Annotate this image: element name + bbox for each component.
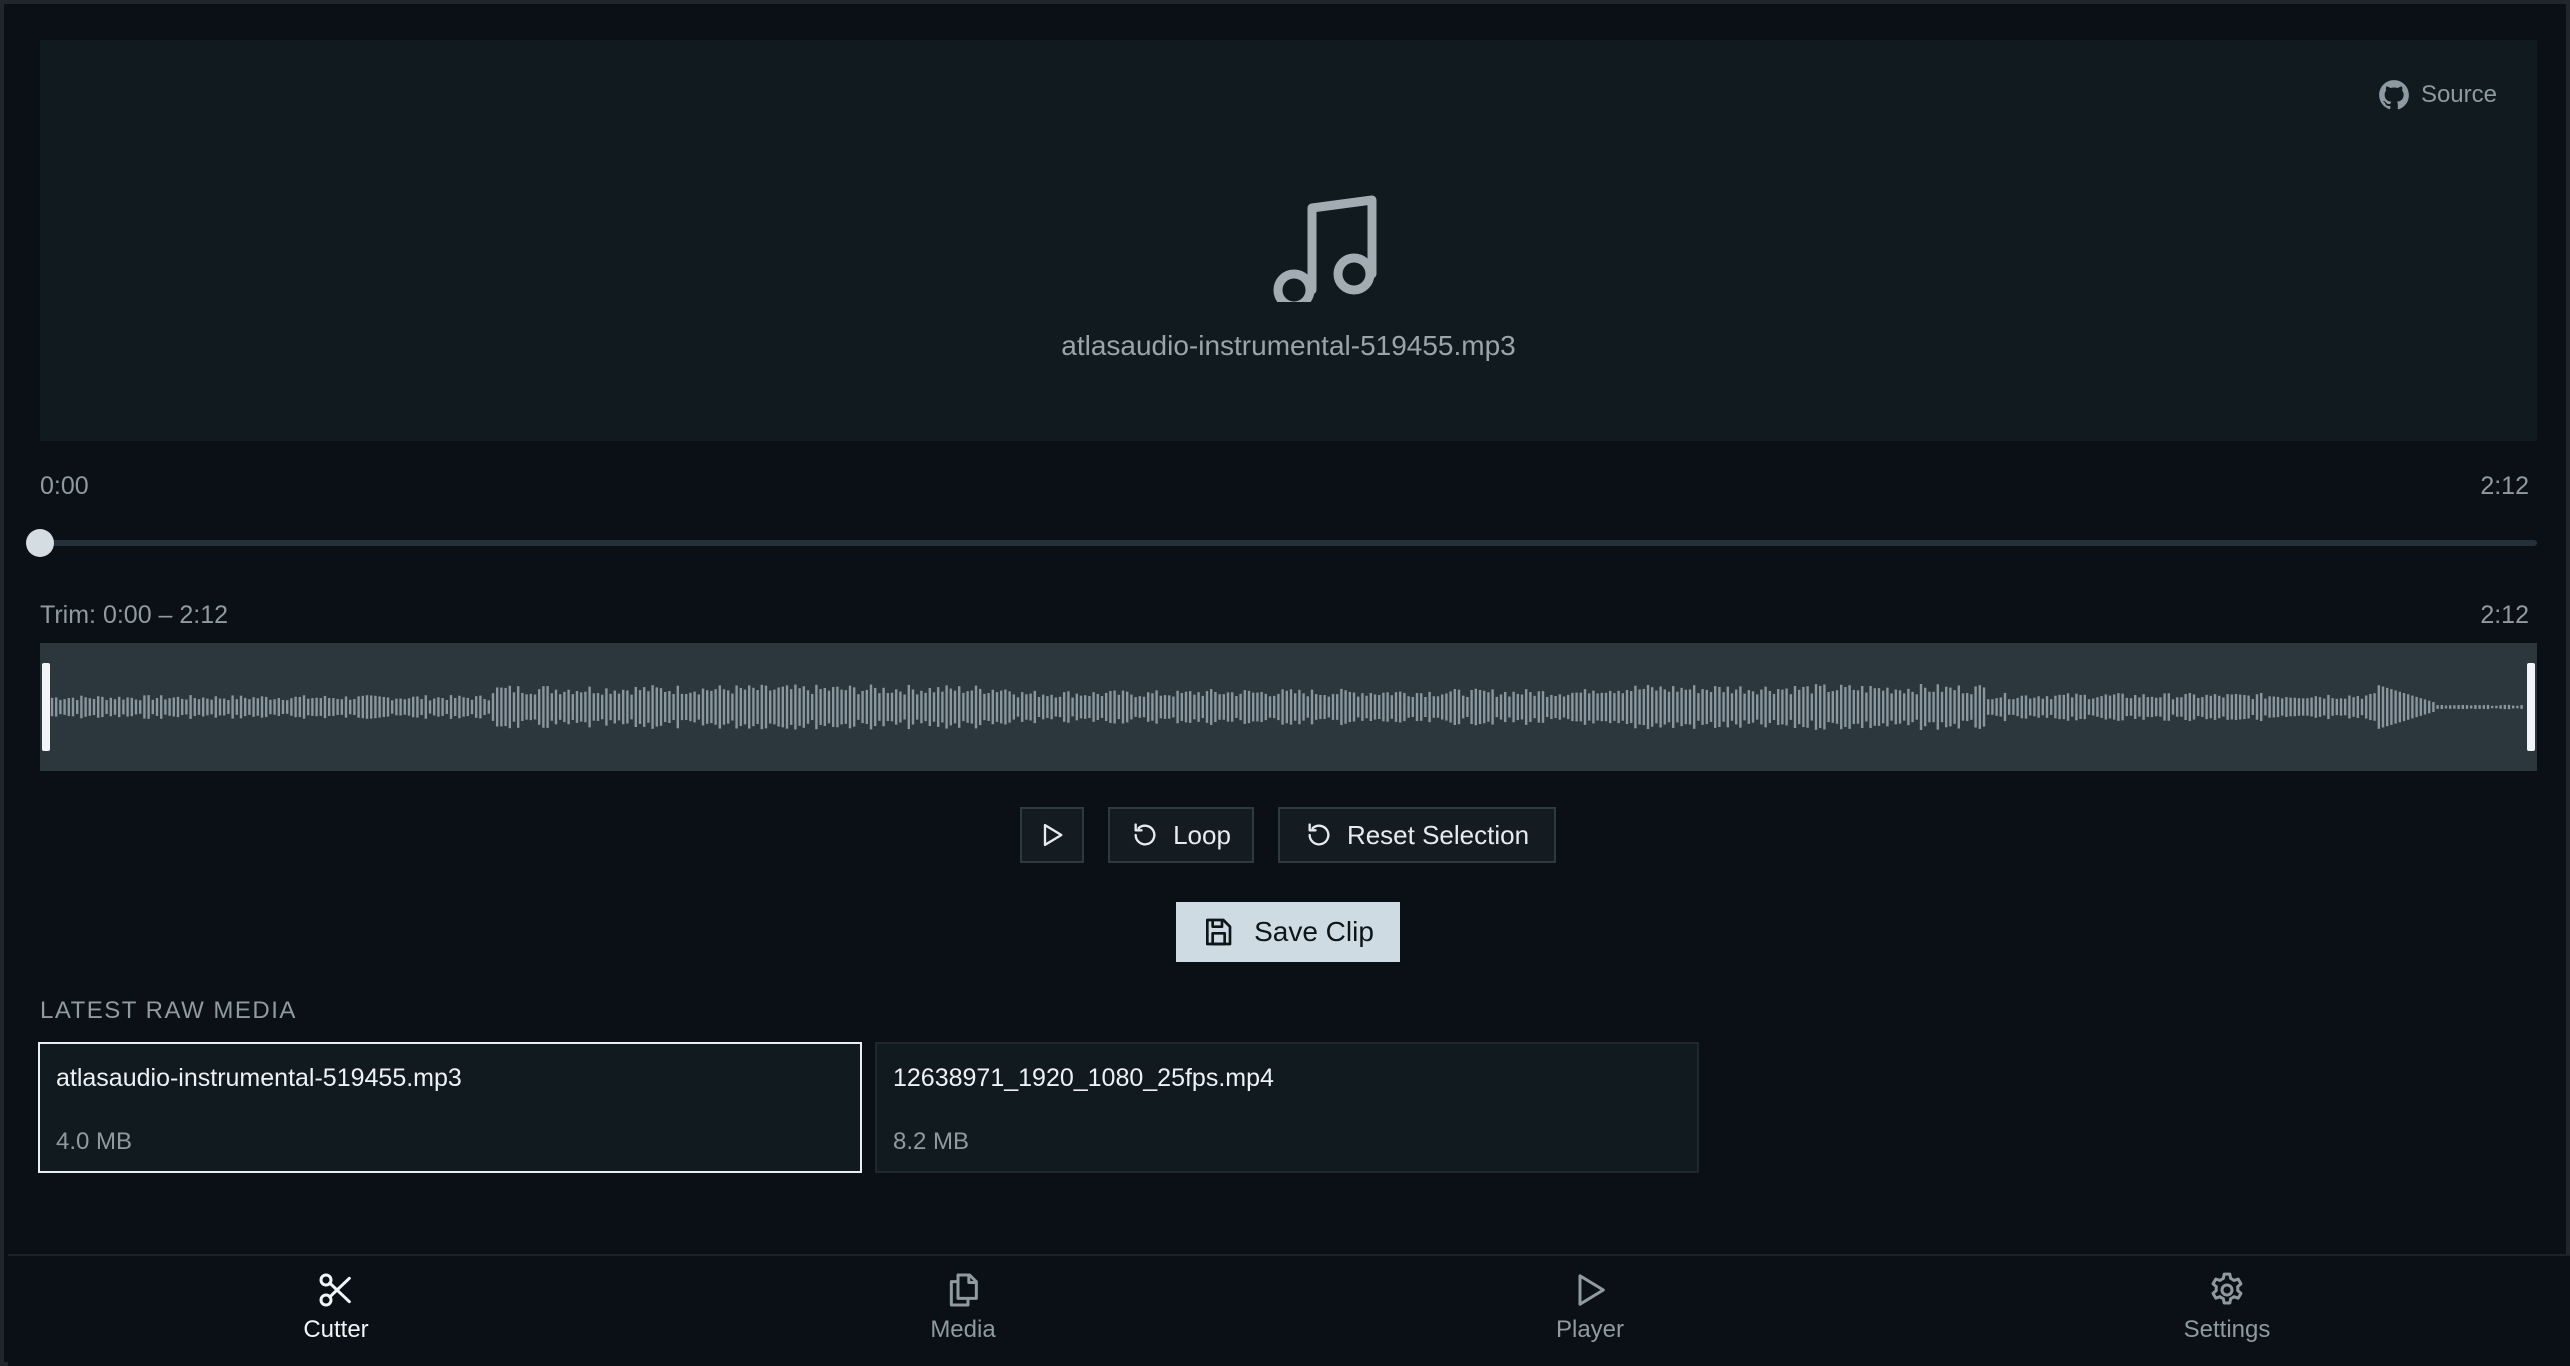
media-title: atlasaudio-instrumental-519455.mp3 — [1061, 330, 1516, 361]
reset-selection-label: Reset Selection — [1346, 819, 1530, 850]
nav-label: Settings — [2183, 1316, 2271, 1343]
rotate-icon — [1134, 823, 1156, 846]
section-title: LATEST RAW MEDIA — [40, 997, 297, 1024]
nav-label: Cutter — [303, 1316, 369, 1343]
trim-end-handle[interactable] — [2527, 663, 2535, 751]
bottom-nav: Cutter Media Player Settings — [8, 1254, 2570, 1366]
nav-label: Player — [1555, 1316, 1625, 1343]
media-card-name: 12638971_1920_1080_25fps.mp4 — [893, 1064, 1274, 1092]
nav-cutter[interactable]: Cutter — [236, 1270, 436, 1354]
loop-label: Loop — [1173, 819, 1231, 850]
current-time: 0:00 — [40, 472, 89, 500]
nav-player[interactable]: Player — [1490, 1270, 1690, 1354]
seek-thumb[interactable] — [26, 529, 54, 557]
media-card-size: 4.0 MB — [56, 1128, 133, 1155]
source-label: Source — [2420, 81, 2497, 108]
media-card-size: 8.2 MB — [893, 1128, 970, 1155]
save-clip-button[interactable]: Save Clip — [1176, 902, 1400, 962]
media-card[interactable]: 12638971_1920_1080_25fps.mp4 8.2 MB — [875, 1042, 1699, 1173]
reset-selection-button[interactable]: Reset Selection — [1278, 807, 1556, 863]
media-preview: Source atlasaudio-instrumental-519455.mp… — [40, 40, 2537, 441]
waveform-trim-region[interactable] — [40, 643, 2537, 771]
media-card-name: atlasaudio-instrumental-519455.mp3 — [56, 1064, 462, 1092]
save-icon — [1206, 918, 1232, 946]
trim-start-handle[interactable] — [42, 663, 50, 751]
music-note-icon — [1273, 195, 1377, 302]
rotate-icon — [1308, 823, 1330, 846]
seek-bar[interactable] — [40, 540, 2537, 546]
trim-end-label: 2:12 — [2480, 601, 2529, 629]
save-clip-label: Save Clip — [1254, 916, 1374, 947]
play-icon — [1043, 823, 1063, 847]
play-button[interactable] — [1020, 807, 1084, 863]
scissors-icon — [319, 1273, 351, 1307]
files-icon — [949, 1273, 978, 1307]
loop-button[interactable]: Loop — [1108, 807, 1254, 863]
waveform — [50, 683, 2523, 731]
source-link[interactable]: Source — [2377, 78, 2497, 112]
nav-label: Media — [930, 1316, 996, 1343]
app-window: Source atlasaudio-instrumental-519455.mp… — [0, 0, 2570, 1366]
github-icon — [2379, 80, 2409, 110]
play-icon — [1578, 1274, 1605, 1306]
duration: 2:12 — [2480, 472, 2529, 500]
nav-settings[interactable]: Settings — [2127, 1270, 2327, 1354]
media-card[interactable]: atlasaudio-instrumental-519455.mp3 4.0 M… — [38, 1042, 862, 1173]
gear-icon — [2211, 1272, 2243, 1305]
trim-range-label: Trim: 0:00 – 2:12 — [40, 601, 229, 629]
nav-media[interactable]: Media — [863, 1270, 1063, 1354]
